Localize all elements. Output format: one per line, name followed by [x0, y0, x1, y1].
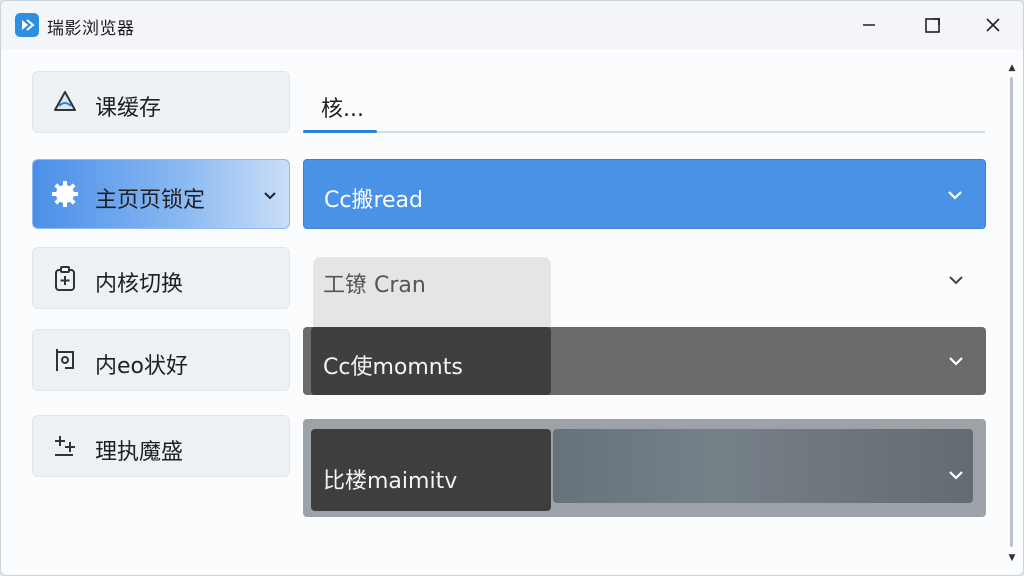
sidebar-item-label: 内eo状好 — [95, 354, 188, 379]
dropdown-value: Cc使momnts — [323, 355, 463, 380]
search-value: 核... — [321, 97, 364, 122]
close-icon — [986, 18, 1000, 32]
sidebar-item-label: 课缓存 — [95, 96, 162, 121]
dropdown-1[interactable]: Cc搬read — [303, 159, 986, 229]
chevron-down-icon — [946, 270, 966, 290]
app-window: 瑞影浏览器 课缓存 主页页锁定 内核切换 内eo状好 理执魔盛 核... Cc搬… — [0, 0, 1024, 576]
dropdown-value: 工镣 Cran — [323, 273, 426, 298]
plus-minus-icon — [49, 430, 81, 462]
chevron-down-icon — [946, 465, 966, 485]
sidebar-item-kernel-switch[interactable]: 内核切换 — [32, 247, 290, 309]
minimize-icon — [863, 24, 875, 26]
add-doc-icon — [49, 262, 81, 294]
dropdown-4[interactable]: 比楼maimitv — [303, 419, 986, 517]
window-title: 瑞影浏览器 — [47, 19, 135, 39]
title-bar: 瑞影浏览器 — [1, 1, 1023, 49]
dropdown-value: Cc搬read — [324, 188, 424, 213]
sidebar-item-homepage-lock[interactable]: 主页页锁定 — [32, 159, 290, 229]
scroll-up-icon[interactable]: ▲ — [1007, 63, 1017, 73]
chevron-down-icon — [946, 351, 966, 371]
dropdown-shading — [553, 429, 973, 503]
sidebar-item-label: 内核切换 — [95, 272, 184, 297]
scroll-down-icon[interactable]: ▼ — [1007, 553, 1017, 563]
cloud-warning-icon — [49, 86, 81, 118]
chevron-down-icon — [261, 186, 279, 204]
minimize-button[interactable] — [849, 9, 889, 41]
maximize-button[interactable] — [913, 9, 953, 41]
chevron-down-icon — [945, 185, 965, 205]
sidebar-item-label: 主页页锁定 — [95, 188, 206, 213]
dropdown-value: 比楼maimitv — [323, 469, 458, 494]
search-input[interactable]: 核... — [303, 73, 985, 133]
app-logo-icon — [15, 13, 39, 37]
scroll-track[interactable] — [1010, 77, 1013, 547]
search-focus-underline — [303, 130, 377, 133]
maximize-icon — [925, 18, 940, 33]
close-button[interactable] — [973, 9, 1013, 41]
vertical-scrollbar[interactable]: ▲ ▼ — [1005, 53, 1019, 573]
sidebar-item-label: 理执魔盛 — [95, 440, 184, 465]
dropdown-2[interactable]: 工镣 Cran — [303, 255, 986, 337]
sidebar-item-manage[interactable]: 理执魔盛 — [32, 415, 290, 477]
dropdown-3[interactable]: Cc使momnts — [303, 327, 986, 395]
sidebar-item-preferences[interactable]: 内eo状好 — [32, 329, 290, 391]
gear-icon — [49, 178, 81, 210]
sidebar-item-clear-cache[interactable]: 课缓存 — [32, 71, 290, 133]
bracket-icon — [49, 344, 81, 376]
